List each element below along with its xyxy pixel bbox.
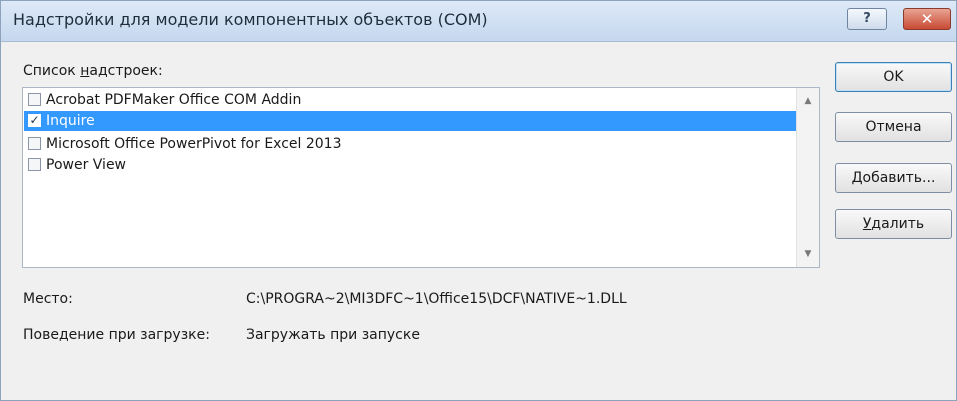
checkbox[interactable]: ✓ (28, 114, 41, 127)
help-button[interactable]: ? (847, 8, 887, 30)
list-item-inquire[interactable]: ✓ Inquire (24, 111, 796, 131)
vertical-scrollbar[interactable]: ▲ ▼ (796, 88, 819, 267)
list-item-label: Microsoft Office PowerPivot for Excel 20… (46, 136, 342, 152)
question-icon: ? (863, 11, 871, 26)
cancel-button[interactable]: Отмена (835, 112, 952, 142)
remove-button[interactable]: Удалить (835, 209, 952, 239)
close-button[interactable]: ✕ (903, 8, 951, 30)
list-item-acrobat-pdfmaker[interactable]: Acrobat PDFMaker Office COM Addin (24, 90, 796, 110)
checkmark-icon: ✓ (29, 113, 40, 127)
accelerator-key: Д (851, 170, 863, 186)
location-label: Место: (23, 291, 73, 307)
checkbox[interactable] (28, 158, 41, 171)
list-item-label: Acrobat PDFMaker Office COM Addin (46, 92, 302, 108)
checkbox[interactable] (28, 137, 41, 150)
checkbox[interactable] (28, 93, 41, 106)
close-icon: ✕ (920, 10, 934, 28)
dialog-title: Надстройки для модели компонентных объек… (13, 10, 488, 29)
scroll-up-icon[interactable]: ▲ (797, 92, 819, 110)
com-addins-dialog: Надстройки для модели компонентных объек… (0, 0, 957, 401)
load-behavior-label: Поведение при загрузке: (23, 327, 210, 343)
ok-button[interactable]: OK (835, 62, 952, 92)
list-item-label: Inquire (46, 113, 95, 129)
list-item-label: Power View (46, 157, 127, 173)
location-value: C:\PROGRA~2\MI3DFC~1\Office15\DCF\NATIVE… (246, 291, 627, 307)
accelerator-key: н (80, 63, 90, 79)
list-item-power-view[interactable]: Power View (24, 155, 796, 175)
addins-list-label: Список надстроек: (23, 63, 163, 79)
add-button[interactable]: Добавить... (835, 163, 952, 193)
title-bar: Надстройки для модели компонентных объек… (1, 1, 956, 42)
scroll-down-icon[interactable]: ▼ (797, 245, 819, 263)
load-behavior-value: Загружать при запуске (246, 327, 420, 343)
list-item-powerpivot[interactable]: Microsoft Office PowerPivot for Excel 20… (24, 134, 796, 154)
addins-listbox[interactable]: Acrobat PDFMaker Office COM Addin ✓ Inqu… (22, 87, 820, 268)
